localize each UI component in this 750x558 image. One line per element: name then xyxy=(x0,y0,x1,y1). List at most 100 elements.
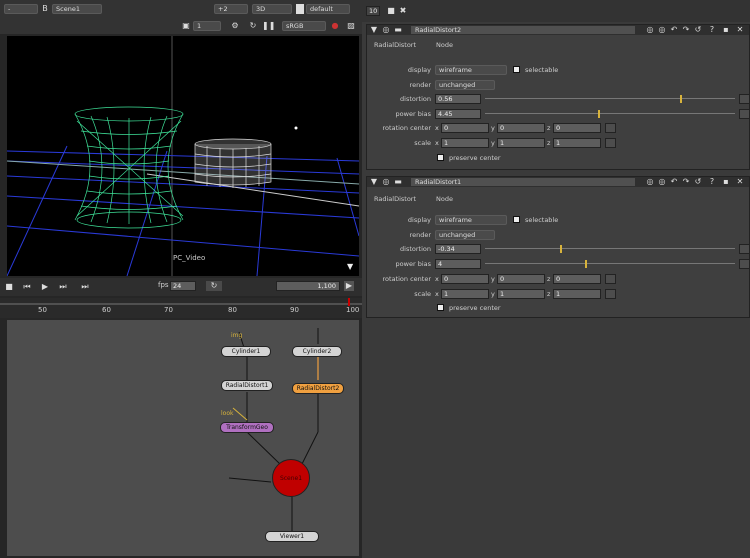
clear-icon[interactable]: ✖ xyxy=(398,6,408,16)
display-dropdown[interactable]: wireframe xyxy=(435,65,507,75)
lut-dropdown[interactable]: sRGB xyxy=(282,21,326,31)
help-icon[interactable]: ? xyxy=(707,177,717,187)
tab-radialdistort[interactable]: RadialDistort xyxy=(369,193,422,206)
node-icon[interactable]: ◎ xyxy=(381,25,391,35)
powerbias-field[interactable]: 4.45 xyxy=(435,109,481,119)
powerbias-slider[interactable] xyxy=(485,259,735,269)
viewer-3d[interactable]: PC_Video ▼ xyxy=(7,36,359,276)
playhead-marker[interactable] xyxy=(348,298,350,306)
layer-dropdown[interactable]: Scene1 xyxy=(52,4,102,14)
color-a-icon[interactable]: ◎ xyxy=(645,177,655,187)
node-radialdistort1[interactable]: RadialDistort1 xyxy=(221,380,273,391)
powerbias-anim-icon[interactable] xyxy=(739,109,750,119)
node-graph[interactable]: img Cylinder1 Cylinder2 RadialDistort1 R… xyxy=(7,320,359,556)
tab-radialdistort[interactable]: RadialDistort xyxy=(369,39,422,52)
help-icon[interactable]: ? xyxy=(707,25,717,35)
close-icon[interactable]: ✕ xyxy=(735,177,745,187)
channel-dropdown[interactable]: - xyxy=(4,4,38,14)
preserve-center-checkbox[interactable] xyxy=(437,304,444,311)
node-radialdistort2[interactable]: RadialDistort2 xyxy=(292,383,344,394)
powerbias-field[interactable]: 4 xyxy=(435,259,481,269)
refresh-icon[interactable]: ↻ xyxy=(248,21,258,31)
rotation-x-field[interactable]: 0 xyxy=(441,274,489,284)
scale-z-field[interactable]: 1 xyxy=(553,289,601,299)
node-icon[interactable]: ◎ xyxy=(381,177,391,187)
next-frame-icon[interactable]: ⏭ xyxy=(58,282,68,292)
prev-key-icon[interactable]: ⏮ xyxy=(22,282,32,292)
max-panels-field[interactable]: 10 xyxy=(366,6,380,16)
lock-icon[interactable]: ■ xyxy=(386,6,396,16)
preserve-center-checkbox[interactable] xyxy=(437,154,444,161)
pause-icon[interactable]: ❚❚ xyxy=(262,21,275,31)
b-button[interactable]: B xyxy=(40,4,50,14)
undo-icon[interactable]: ↶ xyxy=(669,25,679,35)
camera-icon[interactable] xyxy=(296,4,304,14)
view-mode-dropdown[interactable]: 3D xyxy=(252,4,292,14)
color-a-icon[interactable]: ◎ xyxy=(645,25,655,35)
gain-dropdown[interactable]: +2 xyxy=(214,4,248,14)
frame-dropdown[interactable]: 1 xyxy=(193,21,221,31)
scale-x-field[interactable]: 1 xyxy=(441,289,489,299)
end-icon[interactable]: ⏭ xyxy=(80,282,90,292)
play-icon[interactable]: ▶ xyxy=(40,282,50,292)
rotation-anim-icon[interactable] xyxy=(605,123,616,133)
expand-arrow-icon[interactable]: ▼ xyxy=(347,262,353,271)
float-icon[interactable]: ▬ xyxy=(393,177,403,187)
color-b-icon[interactable]: ◎ xyxy=(657,177,667,187)
distortion-field[interactable]: 0.56 xyxy=(435,94,481,104)
camera-dropdown[interactable]: default xyxy=(306,4,350,14)
timeline-ruler[interactable]: 50 60 70 80 90 100 xyxy=(0,298,362,318)
rotation-y-field[interactable]: 0 xyxy=(497,274,545,284)
distortion-anim-icon[interactable] xyxy=(739,244,750,254)
node-viewer[interactable]: Viewer1 xyxy=(265,531,319,542)
loop-icon[interactable]: ↻ xyxy=(206,281,222,291)
scale-y-field[interactable]: 1 xyxy=(497,138,545,148)
display-dropdown[interactable]: wireframe xyxy=(435,215,507,225)
rotation-z-field[interactable]: 0 xyxy=(553,123,601,133)
stop-icon[interactable]: ■ xyxy=(4,282,14,292)
float-panel-icon[interactable]: ▪ xyxy=(721,177,731,187)
collapse-icon[interactable]: ▼ xyxy=(369,25,379,35)
distortion-slider[interactable] xyxy=(485,244,735,254)
render-dropdown[interactable]: unchanged xyxy=(435,230,495,240)
redo-icon[interactable]: ↷ xyxy=(681,177,691,187)
rotation-x-field[interactable]: 0 xyxy=(441,123,489,133)
rotation-z-field[interactable]: 0 xyxy=(553,274,601,284)
next-icon[interactable]: ▶ xyxy=(344,281,354,291)
float-icon[interactable]: ▬ xyxy=(393,25,403,35)
distortion-field[interactable]: -0.34 xyxy=(435,244,481,254)
node-scene[interactable]: Scene1 xyxy=(272,459,310,497)
rotation-anim-icon[interactable] xyxy=(605,274,616,284)
render-dropdown[interactable]: unchanged xyxy=(435,80,495,90)
collapse-icon[interactable]: ▼ xyxy=(369,177,379,187)
node-cylinder1[interactable]: Cylinder1 xyxy=(221,346,271,357)
distortion-anim-icon[interactable] xyxy=(739,94,750,104)
rotation-y-field[interactable]: 0 xyxy=(497,123,545,133)
node-cylinder2[interactable]: Cylinder2 xyxy=(292,346,342,357)
tab-node[interactable]: Node xyxy=(431,39,458,52)
revert-icon[interactable]: ↺ xyxy=(693,25,703,35)
undo-icon[interactable]: ↶ xyxy=(669,177,679,187)
node-transformgeo[interactable]: TransformGeo xyxy=(220,422,274,433)
powerbias-anim-icon[interactable] xyxy=(739,259,750,269)
powerbias-slider[interactable] xyxy=(485,109,735,119)
record-icon[interactable]: ● xyxy=(330,21,340,31)
scale-z-field[interactable]: 1 xyxy=(553,138,601,148)
panel-title[interactable]: RadialDistort2 xyxy=(411,26,635,34)
scale-anim-icon[interactable] xyxy=(605,138,616,148)
scale-anim-icon[interactable] xyxy=(605,289,616,299)
save-icon[interactable]: ▣ xyxy=(181,21,191,31)
selectable-checkbox[interactable] xyxy=(513,216,520,223)
color-b-icon[interactable]: ◎ xyxy=(657,25,667,35)
scale-x-field[interactable]: 1 xyxy=(441,138,489,148)
close-icon[interactable]: ✕ xyxy=(735,25,745,35)
tab-node[interactable]: Node xyxy=(431,193,458,206)
fps-field[interactable]: 24 xyxy=(170,281,196,291)
revert-icon[interactable]: ↺ xyxy=(693,177,703,187)
panel-title[interactable]: RadialDistort1 xyxy=(411,178,635,186)
gear-icon[interactable]: ⚙ xyxy=(230,21,240,31)
distortion-slider[interactable] xyxy=(485,94,735,104)
scale-y-field[interactable]: 1 xyxy=(497,289,545,299)
redo-icon[interactable]: ↷ xyxy=(681,25,691,35)
float-panel-icon[interactable]: ▪ xyxy=(721,25,731,35)
